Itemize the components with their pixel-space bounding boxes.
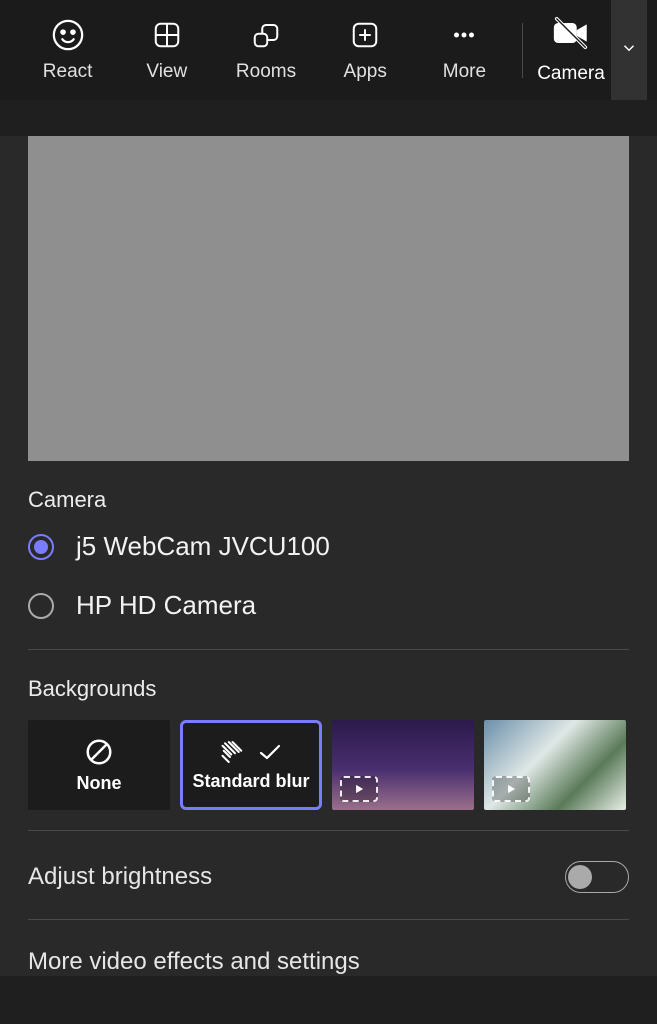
divider xyxy=(28,830,629,831)
blur-icon xyxy=(220,739,282,765)
camera-option-hp[interactable]: HP HD Camera xyxy=(28,590,629,621)
rooms-button[interactable]: Rooms xyxy=(216,10,315,90)
camera-preview xyxy=(28,136,629,461)
meeting-toolbar: React View Rooms Apps xyxy=(0,0,657,100)
adjust-brightness-row: Adjust brightness xyxy=(28,861,629,893)
tile-label: Standard blur xyxy=(192,771,309,792)
camera-off-icon xyxy=(551,16,591,55)
tile-label: None xyxy=(77,773,122,794)
toggle-knob xyxy=(568,865,592,889)
smiley-icon xyxy=(51,17,85,53)
divider xyxy=(28,649,629,650)
more-button[interactable]: More xyxy=(415,10,514,90)
grid-icon xyxy=(152,17,182,53)
background-none[interactable]: None xyxy=(28,720,170,810)
rooms-icon xyxy=(251,17,281,53)
toolbar-divider xyxy=(522,23,523,78)
divider xyxy=(28,919,629,920)
camera-option-label: j5 WebCam JVCU100 xyxy=(76,531,330,562)
ellipsis-icon xyxy=(449,17,479,53)
none-icon xyxy=(84,737,114,767)
view-label: View xyxy=(146,61,187,83)
background-standard-blur[interactable]: Standard blur xyxy=(180,720,322,810)
camera-toggle-button[interactable]: Camera xyxy=(531,16,611,85)
background-tiles-row: None Standard blur xyxy=(28,720,629,810)
radio-selected-icon xyxy=(28,534,54,560)
adjust-brightness-label: Adjust brightness xyxy=(28,863,212,891)
camera-option-j5[interactable]: j5 WebCam JVCU100 xyxy=(28,531,629,562)
background-image-1[interactable] xyxy=(332,720,474,810)
chevron-down-icon xyxy=(620,39,638,62)
camera-label: Camera xyxy=(537,63,605,85)
react-button[interactable]: React xyxy=(18,10,117,90)
more-label: More xyxy=(443,61,486,83)
backgrounds-section-label: Backgrounds xyxy=(28,676,629,702)
view-button[interactable]: View xyxy=(117,10,216,90)
apps-label: Apps xyxy=(344,61,387,83)
apps-button[interactable]: Apps xyxy=(316,10,415,90)
camera-settings-panel: Camera j5 WebCam JVCU100 HP HD Camera Ba… xyxy=(0,136,657,976)
video-badge-icon xyxy=(340,776,378,802)
radio-unselected-icon xyxy=(28,593,54,619)
rooms-label: Rooms xyxy=(236,61,296,83)
camera-section-label: Camera xyxy=(28,487,629,513)
camera-option-label: HP HD Camera xyxy=(76,590,256,621)
video-badge-icon xyxy=(492,776,530,802)
react-label: React xyxy=(43,61,93,83)
background-image-2[interactable] xyxy=(484,720,626,810)
camera-options-chevron[interactable] xyxy=(611,0,647,100)
more-video-effects-link[interactable]: More video effects and settings xyxy=(28,948,629,976)
plus-square-icon xyxy=(350,17,380,53)
brightness-toggle[interactable] xyxy=(565,861,629,893)
